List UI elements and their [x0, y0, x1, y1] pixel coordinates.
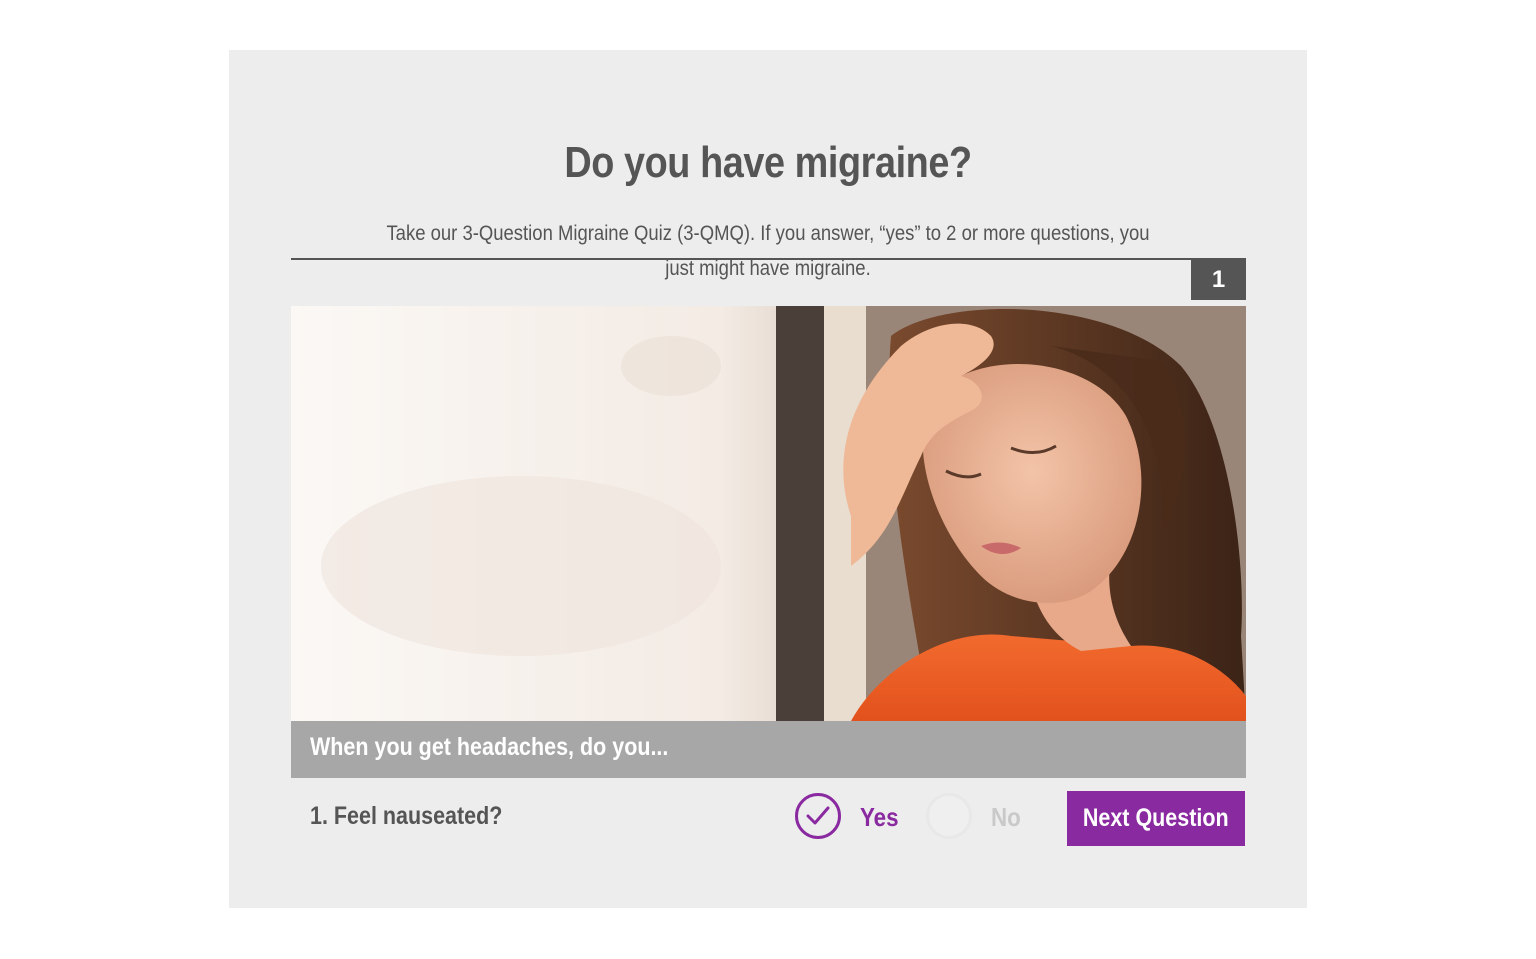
no-label[interactable]: No [991, 802, 1021, 833]
yes-radio[interactable] [795, 793, 841, 839]
step-number-badge: 1 [1191, 260, 1246, 300]
question-prompt-bar: When you get headaches, do you... [291, 721, 1246, 778]
progress-line [291, 258, 1246, 260]
question-text: 1. Feel nauseated? [310, 802, 503, 830]
intro-text: Take our 3-Question Migraine Quiz (3-QMQ… [386, 222, 1150, 280]
headache-woman-photo [291, 306, 1246, 721]
checkmark-icon [806, 806, 830, 825]
question-prompt: When you get headaches, do you... [310, 733, 669, 761]
yes-label[interactable]: Yes [860, 802, 899, 833]
next-question-button[interactable]: Next Question [1067, 791, 1245, 846]
page-title: Do you have migraine? [564, 138, 972, 187]
quiz-card: Do you have migraine? Take our 3-Questio… [229, 50, 1307, 908]
no-radio[interactable] [926, 793, 972, 839]
next-question-label: Next Question [1083, 804, 1229, 832]
